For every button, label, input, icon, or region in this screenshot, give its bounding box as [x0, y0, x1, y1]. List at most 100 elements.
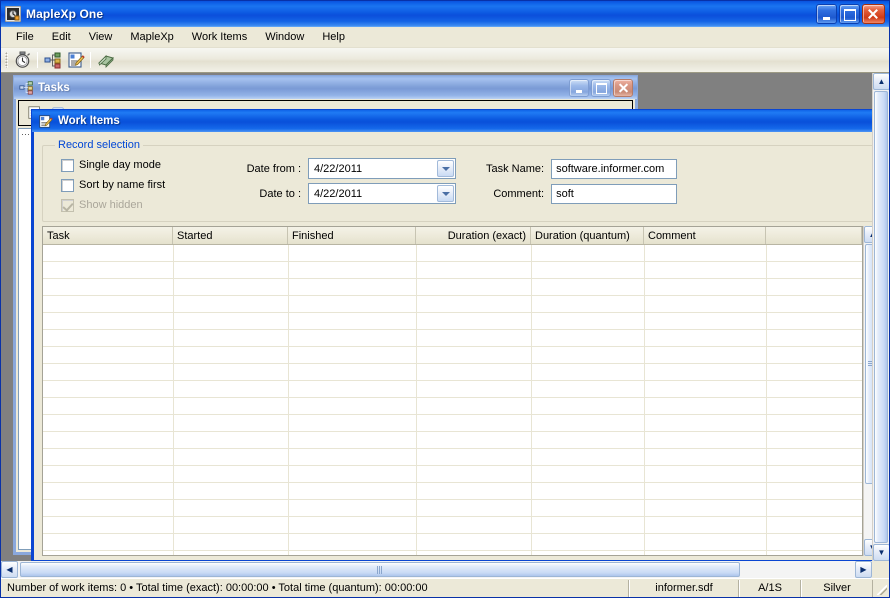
grid-column-filler[interactable] [766, 227, 862, 244]
application-window: MapleXp One File Edit View MapleXp Work … [0, 0, 890, 598]
close-button[interactable] [862, 4, 885, 24]
mdi-horizontal-scrollbar[interactable]: ◀ ▶ [1, 561, 872, 578]
grid-column-divider [416, 245, 417, 555]
hierarchy-icon [19, 80, 34, 95]
task-details-column: Task Name: software.informer.com Comment… [456, 153, 678, 206]
checkbox-row-single-day-mode[interactable]: Single day mode [61, 155, 246, 175]
single-day-mode-checkbox[interactable] [61, 158, 74, 172]
mdi-scroll-thumb-vertical[interactable] [874, 91, 888, 543]
tasks-close-button[interactable] [613, 78, 633, 97]
chevron-down-icon[interactable] [437, 160, 454, 177]
grid-column-duration-exact[interactable]: Duration (exact) [416, 227, 531, 244]
tasks-title-bar: Tasks [13, 75, 638, 99]
show-hidden-checkbox [61, 198, 74, 212]
grid-column-divider [644, 245, 645, 555]
work-items-window[interactable]: Work Items Record selection Single day m… [31, 109, 887, 563]
grid-column-divider [531, 245, 532, 555]
date-from-label: Date from : [246, 162, 301, 175]
scroll-thumb-grip [377, 565, 383, 574]
hierarchy-icon[interactable] [41, 49, 64, 71]
checkbox-row-sort-by-name-first[interactable]: Sort by name first [61, 175, 246, 195]
menu-bar: File Edit View MapleXp Work Items Window… [1, 27, 889, 48]
work-items-grid-wrapper: Task Started Finished Duration (exact) D… [42, 226, 881, 556]
status-database: informer.sdf [629, 579, 739, 597]
status-theme: Silver [801, 579, 873, 597]
toolbar-separator-1 [37, 52, 38, 68]
record-selection-row: Single day mode Sort by name first Show … [51, 153, 871, 215]
date-to-label: Date to : [259, 187, 301, 200]
mdi-client-area: Tasks ⋯ Work Items Record selection Sing… [1, 73, 889, 578]
minimize-button[interactable] [816, 4, 837, 24]
grid-rows-area[interactable] [43, 245, 862, 555]
menu-item-maplexp[interactable]: MapleXp [121, 28, 182, 47]
status-message: Number of work items: 0 • Total time (ex… [1, 579, 629, 597]
grid-column-divider [766, 245, 767, 555]
app-icon [5, 6, 21, 22]
status-counter: A/1S [739, 579, 801, 597]
date-from-row: Date from : 4/22/2011 [246, 156, 456, 181]
date-to-row: Date to : 4/22/2011 [246, 181, 456, 206]
task-name-label: Task Name: [486, 162, 545, 175]
record-selection-group: Record selection Single day mode Sort by… [42, 139, 880, 222]
tasks-minimize-button[interactable] [569, 78, 589, 97]
comment-row: Comment: soft [486, 181, 678, 206]
date-to-value: 4/22/2011 [314, 187, 363, 200]
grid-column-started[interactable]: Started [173, 227, 288, 244]
toolbar-grip[interactable] [5, 52, 8, 68]
maximize-button[interactable] [839, 4, 860, 24]
grid-column-comment[interactable]: Comment [644, 227, 766, 244]
mdi-scroll-up-icon[interactable]: ▲ [873, 73, 889, 90]
show-hidden-label: Show hidden [79, 199, 143, 211]
work-items-grid[interactable]: Task Started Finished Duration (exact) D… [42, 226, 863, 556]
date-from-value: 4/22/2011 [314, 162, 363, 175]
stopwatch-icon[interactable] [11, 49, 34, 71]
edit-note-icon[interactable] [64, 49, 87, 71]
checkbox-column: Single day mode Sort by name first Show … [51, 153, 246, 215]
checkbox-row-show-hidden: Show hidden [61, 195, 246, 215]
comment-input[interactable]: soft [551, 183, 678, 204]
date-column: Date from : 4/22/2011 Date to : 4/22/201… [246, 153, 456, 206]
mdi-scroll-thumb-horizontal[interactable] [20, 562, 740, 577]
date-to-combo[interactable]: 4/22/2011 [308, 183, 456, 204]
mdi-scroll-left-icon[interactable]: ◀ [1, 561, 18, 578]
date-from-combo[interactable]: 4/22/2011 [308, 158, 456, 179]
book-icon[interactable] [94, 49, 117, 71]
record-selection-legend: Record selection [58, 139, 140, 151]
status-bar: Number of work items: 0 • Total time (ex… [1, 578, 889, 597]
menu-item-work-items[interactable]: Work Items [183, 28, 256, 47]
sort-by-name-first-checkbox[interactable] [61, 178, 74, 192]
tasks-window-title: Tasks [38, 81, 70, 94]
grid-header-row: Task Started Finished Duration (exact) D… [43, 227, 862, 245]
menu-item-help[interactable]: Help [313, 28, 354, 47]
mdi-scroll-right-icon[interactable]: ▶ [855, 561, 872, 578]
tasks-maximize-button[interactable] [591, 78, 611, 97]
mdi-scroll-down-icon[interactable]: ▼ [873, 544, 889, 561]
main-title-bar: MapleXp One [1, 1, 889, 27]
main-window-controls [816, 4, 885, 24]
task-name-input[interactable]: software.informer.com [551, 158, 678, 179]
mdi-vertical-scrollbar[interactable]: ▲ ▼ [872, 73, 889, 561]
resize-gripper[interactable] [873, 580, 889, 597]
sort-by-name-first-label: Sort by name first [79, 179, 166, 191]
chevron-down-icon[interactable] [437, 185, 454, 202]
menu-item-window[interactable]: Window [256, 28, 313, 47]
grid-column-finished[interactable]: Finished [288, 227, 416, 244]
grid-column-duration-quantum[interactable]: Duration (quantum) [531, 227, 644, 244]
work-items-title-bar: Work Items [31, 109, 887, 132]
menu-item-file[interactable]: File [7, 28, 43, 47]
main-toolbar [1, 48, 889, 73]
single-day-mode-label: Single day mode [79, 159, 161, 171]
edit-note-icon [38, 114, 53, 129]
menu-item-view[interactable]: View [80, 28, 122, 47]
grid-column-divider [173, 245, 174, 555]
grid-column-divider [288, 245, 289, 555]
app-title: MapleXp One [26, 7, 104, 21]
mdi-scroll-corner [872, 561, 889, 578]
work-items-window-title: Work Items [58, 115, 120, 127]
tasks-window-controls [569, 78, 633, 97]
task-name-row: Task Name: software.informer.com [486, 156, 678, 181]
comment-label: Comment: [493, 187, 545, 200]
menu-item-edit[interactable]: Edit [43, 28, 80, 47]
grid-column-task[interactable]: Task [43, 227, 173, 244]
work-items-body: Record selection Single day mode Sort by… [34, 132, 884, 560]
